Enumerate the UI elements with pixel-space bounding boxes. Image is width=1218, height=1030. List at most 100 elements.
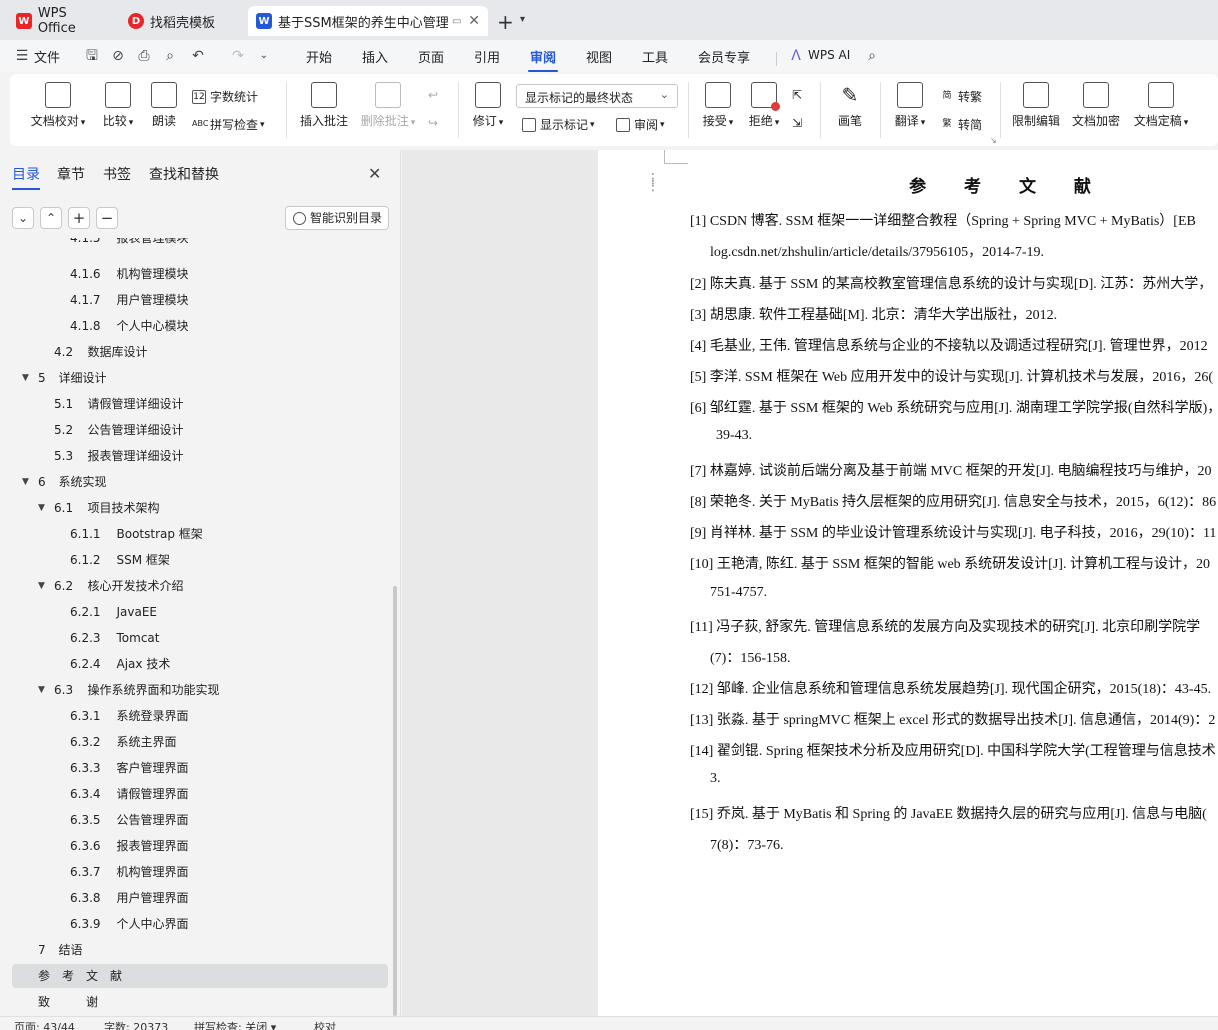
show-markup-button[interactable]: 显示标记 ▾ <box>522 116 595 133</box>
toc-item[interactable]: 6.3.1 系统登录界面 <box>12 704 388 728</box>
encrypt-button[interactable]: 文档加密 <box>1070 82 1122 129</box>
next-change-icon[interactable]: ⇲ <box>792 116 802 130</box>
redo-icon[interactable]: ↷ <box>230 48 246 64</box>
nav-tab-bookmarks[interactable]: 书签 <box>103 164 131 184</box>
toc-item[interactable]: ▼ 6 系统实现 <box>12 470 388 494</box>
toc-item[interactable]: 6.3.4 请假管理界面 <box>12 782 388 806</box>
tab-wps-office[interactable]: W WPS Office <box>8 6 116 36</box>
toc-item[interactable]: 6.3.9 个人中心界面 <box>12 912 388 936</box>
toc-item[interactable]: 致 谢 <box>12 990 388 1014</box>
accept-button[interactable]: 接受 ▾ <box>698 82 738 129</box>
insert-comment-button[interactable]: 插入批注 <box>298 82 350 129</box>
menu-member[interactable]: 会员专享 <box>698 47 750 66</box>
hamburger-icon[interactable]: ☰ <box>14 48 30 64</box>
prev-comment-icon[interactable]: ↩ <box>428 88 438 102</box>
expand-arrow-icon[interactable]: ▼ <box>38 678 45 702</box>
restrict-edit-button[interactable]: 限制编辑 <box>1010 82 1062 129</box>
undo-icon[interactable]: ↶ <box>190 48 206 64</box>
chevron-down-icon[interactable]: ▾ <box>520 14 525 25</box>
toc-item[interactable]: 6.2.4 Ajax 技术 <box>12 652 388 676</box>
link-icon[interactable]: ⊘ <box>110 48 126 64</box>
toc-item[interactable]: 参 考 文 献 <box>12 964 388 988</box>
expand-arrow-icon[interactable]: ▼ <box>38 496 45 520</box>
word-count[interactable]: 字数: 20373 <box>104 1019 168 1030</box>
page-count[interactable]: 页面: 43/44 <box>14 1019 75 1030</box>
print-preview-icon[interactable]: ⌕ <box>162 48 178 64</box>
menu-tools[interactable]: 工具 <box>642 47 668 66</box>
toc-item[interactable]: 6.3.6 报表管理界面 <box>12 834 388 858</box>
collapse-down-button[interactable]: ⌄ <box>12 207 34 229</box>
scrollbar[interactable] <box>393 586 397 1016</box>
monitor-icon[interactable]: ▭ <box>452 16 461 27</box>
next-comment-icon[interactable]: ↪ <box>428 116 438 130</box>
compare-button[interactable]: 比较 ▾ <box>96 82 140 129</box>
toc-item[interactable]: 5.3 报表管理详细设计 <box>12 444 388 468</box>
nav-tab-toc[interactable]: 目录 <box>12 164 40 190</box>
menu-home[interactable]: 开始 <box>306 47 332 66</box>
tab-docer[interactable]: D 找稻壳模板 <box>120 6 242 36</box>
toc-item[interactable]: 4.1.6 机构管理模块 <box>12 262 388 286</box>
finalize-button[interactable]: 文档定稿 ▾ <box>1130 82 1192 129</box>
close-icon[interactable]: ✕ <box>368 164 381 183</box>
save-icon[interactable]: 🖫 <box>84 48 100 64</box>
revise-button[interactable]: 修订 ▾ <box>468 82 508 129</box>
doc-check-button[interactable]: 文档校对 ▾ <box>28 82 88 129</box>
search-icon[interactable]: ⌕ <box>864 48 880 64</box>
markup-state-select[interactable]: 显示标记的最终状态 ⌄ <box>516 84 678 108</box>
nav-tab-find-replace[interactable]: 查找和替换 <box>149 164 219 184</box>
add-tab-icon[interactable]: + <box>497 10 514 34</box>
remove-heading-button[interactable]: − <box>96 207 118 229</box>
expand-arrow-icon[interactable]: ▼ <box>22 366 29 390</box>
menu-page[interactable]: 页面 <box>418 47 444 66</box>
menu-file[interactable]: 文件 <box>34 47 60 66</box>
review-pane-button[interactable]: 审阅 ▾ <box>616 116 665 133</box>
menu-wps-ai[interactable]: WPS AI <box>808 48 850 62</box>
expand-arrow-icon[interactable]: ▼ <box>38 574 45 598</box>
toc-item[interactable]: 6.1.1 Bootstrap 框架 <box>12 522 388 546</box>
translate-button[interactable]: 翻译 ▾ <box>890 82 930 129</box>
toc-item[interactable]: 6.3.8 用户管理界面 <box>12 886 388 910</box>
toc-item[interactable]: 4.1.7 用户管理模块 <box>12 288 388 312</box>
tab-document[interactable]: W 基于SSM框架的养生中心管理 ▭ ✕ <box>248 6 488 36</box>
toc-item[interactable]: 4.1.8 个人中心模块 <box>12 314 388 338</box>
toc-item[interactable]: 6.2.1 JavaEE <box>12 600 388 624</box>
toc-item[interactable]: ▼ 5 详细设计 <box>12 366 388 390</box>
toc-item[interactable]: 7 结语 <box>12 938 388 962</box>
reject-button[interactable]: 拒绝 ▾ <box>744 82 784 129</box>
pen-button[interactable]: ✎ 画笔 <box>832 82 868 129</box>
chevron-down-icon[interactable]: ⌄ <box>256 48 272 64</box>
toc-item[interactable]: 5.1 请假管理详细设计 <box>12 392 388 416</box>
toc-item[interactable]: ▼ 6.3 操作系统界面和功能实现 <box>12 678 388 702</box>
menu-insert[interactable]: 插入 <box>362 47 388 66</box>
toc-item[interactable]: 6.2.3 Tomcat <box>12 626 388 650</box>
proofread-status[interactable]: 校对 <box>314 1019 336 1030</box>
expand-arrow-icon[interactable]: ▼ <box>22 470 29 494</box>
menu-reference[interactable]: 引用 <box>474 47 500 66</box>
close-icon[interactable]: ✕ <box>468 13 480 29</box>
toc-item[interactable]: 6.3.3 客户管理界面 <box>12 756 388 780</box>
spell-check-status[interactable]: 拼写检查: 关闭 ▾ <box>194 1019 276 1030</box>
delete-comment-button[interactable]: 删除批注 ▾ <box>358 82 418 129</box>
document-page[interactable]: ⋮ ⋮ 参 考 文 献 [1] CSDN 博客. SSM 框架一一详细整合教程（S… <box>598 150 1218 1016</box>
spell-check-button[interactable]: ABC 拼写检查 ▾ <box>192 116 265 133</box>
to-traditional-button[interactable]: 简 转繁 <box>940 88 982 105</box>
launcher-icon[interactable]: ↘ <box>990 136 997 145</box>
toc-item[interactable]: 4.1.5 报表管理模块 <box>12 238 388 248</box>
menu-review[interactable]: 审阅 <box>527 47 559 72</box>
prev-change-icon[interactable]: ⇱ <box>792 88 802 102</box>
toc-item[interactable]: ▼ 6.1 项目技术架构 <box>12 496 388 520</box>
print-icon[interactable]: ⎙ <box>136 48 152 64</box>
read-aloud-button[interactable]: 朗读 <box>146 82 182 129</box>
toc-item[interactable]: 5.2 公告管理详细设计 <box>12 418 388 442</box>
collapse-up-button[interactable]: ⌃ <box>40 207 62 229</box>
toc-item[interactable]: 4.2 数据库设计 <box>12 340 388 364</box>
add-heading-button[interactable]: + <box>68 207 90 229</box>
toc-item[interactable]: ▼ 6.2 核心开发技术介绍 <box>12 574 388 598</box>
to-simplified-button[interactable]: 繁 转简 <box>940 116 982 133</box>
toc-item[interactable]: 6.3.5 公告管理界面 <box>12 808 388 832</box>
nav-tab-chapters[interactable]: 章节 <box>57 164 85 184</box>
toc-item[interactable]: 6.3.2 系统主界面 <box>12 730 388 754</box>
toc-item[interactable]: 6.3.7 机构管理界面 <box>12 860 388 884</box>
toc-item[interactable]: 6.1.2 SSM 框架 <box>12 548 388 572</box>
menu-view[interactable]: 视图 <box>586 47 612 66</box>
